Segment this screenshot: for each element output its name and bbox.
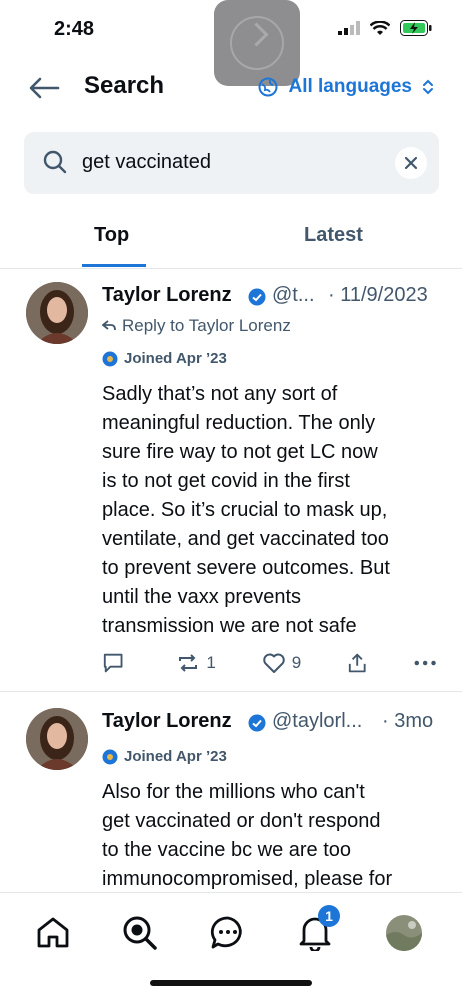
verified-badge-icon <box>248 288 266 306</box>
profile-avatar-button[interactable] <box>386 915 422 951</box>
post-actions: 1 9 <box>102 652 436 674</box>
reply-icon[interactable] <box>102 652 124 674</box>
post-time: · 11/9/2023 <box>328 284 428 306</box>
post-handle[interactable]: @t... <box>272 284 315 307</box>
search-input[interactable]: get vaccinated <box>82 151 211 174</box>
search-icon <box>43 150 67 174</box>
page-title: Search <box>84 72 165 99</box>
repost-count: 1 <box>206 653 216 672</box>
status-time: 2:48 <box>54 18 95 40</box>
profile-photo <box>386 915 422 951</box>
like-count: 9 <box>291 653 302 672</box>
language-selector[interactable]: All languages <box>258 76 434 98</box>
wifi-icon <box>370 20 390 35</box>
chat-icon[interactable] <box>210 915 246 951</box>
language-label: All languages <box>288 76 412 97</box>
post-divider <box>0 691 462 692</box>
reply-to-label: Reply to Taylor Lorenz <box>122 316 291 335</box>
home-icon[interactable] <box>36 915 70 949</box>
clear-search-button[interactable] <box>395 147 427 179</box>
avatar[interactable] <box>26 282 88 344</box>
back-arrow-icon[interactable] <box>28 76 60 100</box>
heart-icon <box>263 653 285 673</box>
more-options-icon[interactable] <box>414 660 436 666</box>
post-author[interactable]: Taylor Lorenz <box>102 710 232 733</box>
post-handle[interactable]: @taylorl... <box>272 710 362 733</box>
chevron-up-down-icon <box>423 79 433 95</box>
joined-badge: Joined Apr ’23 <box>102 350 227 367</box>
profile-photo <box>26 708 88 770</box>
repost-icon <box>179 654 198 672</box>
verified-badge-icon <box>248 714 266 732</box>
profile-photo <box>26 282 88 344</box>
reply-arrow-icon <box>102 320 116 331</box>
tab-latest[interactable]: Latest <box>304 224 363 247</box>
new-user-icon <box>102 351 118 366</box>
post-author[interactable]: Taylor Lorenz <box>102 284 232 307</box>
close-icon <box>404 156 418 170</box>
tab-top[interactable]: Top <box>94 224 129 247</box>
search-field[interactable]: get vaccinated <box>24 132 439 194</box>
repost-button[interactable]: 1 <box>176 652 216 674</box>
share-icon[interactable] <box>347 652 367 674</box>
forward-overlay-button[interactable] <box>214 0 300 86</box>
joined-badge: Joined Apr ’23 <box>102 748 227 765</box>
like-button[interactable]: 9 <box>262 652 301 674</box>
joined-label: Joined Apr ’23 <box>124 748 227 765</box>
home-indicator <box>150 980 312 986</box>
avatar[interactable] <box>26 708 88 770</box>
battery-charging-icon <box>400 20 432 36</box>
active-tab-indicator <box>82 264 146 267</box>
globe-icon <box>258 77 278 97</box>
joined-label: Joined Apr ’23 <box>124 350 227 367</box>
post-time: · 3mo <box>382 710 434 732</box>
status-icons <box>338 20 432 36</box>
reply-context[interactable]: Reply to Taylor Lorenz <box>102 316 291 336</box>
new-user-icon <box>102 749 118 764</box>
notification-badge: 1 <box>318 905 340 927</box>
post-text: Also for the millions who can't get vacc… <box>102 781 393 890</box>
signal-icon <box>338 21 360 35</box>
results-tabs: Top Latest <box>0 214 462 269</box>
post-text: Sadly that’s not any sort of meaningful … <box>102 383 390 637</box>
search-nav-icon[interactable] <box>122 915 158 951</box>
